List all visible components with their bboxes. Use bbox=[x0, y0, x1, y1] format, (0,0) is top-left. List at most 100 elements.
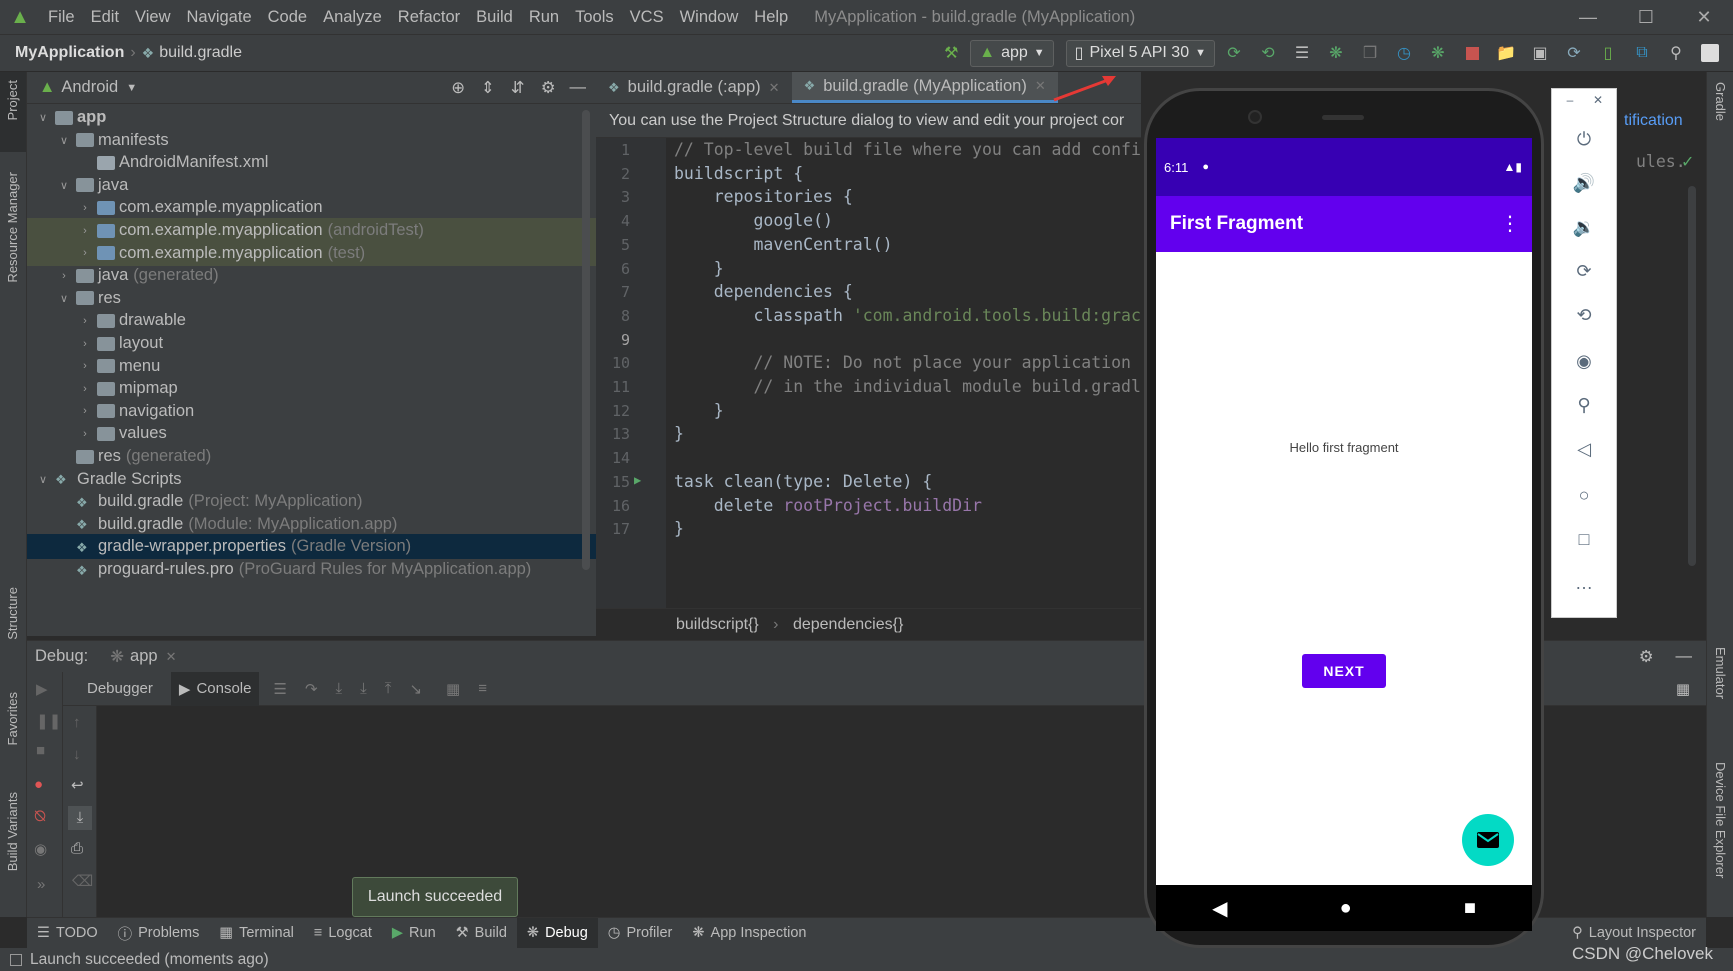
attach-debugger-icon[interactable]: ❒ bbox=[1355, 38, 1385, 68]
chevron-down-icon[interactable]: ∨ bbox=[35, 473, 51, 486]
breadcrumb-file[interactable]: build.gradle bbox=[159, 44, 242, 62]
tool-logcat[interactable]: ≡ Logcat bbox=[304, 918, 382, 949]
tree-item[interactable]: › com.example.myapplication (test) bbox=[27, 240, 596, 266]
menu-window[interactable]: Window bbox=[672, 8, 747, 27]
tool-terminal[interactable]: ▦ Terminal bbox=[209, 918, 304, 949]
tree-item[interactable]: › layout bbox=[27, 331, 596, 356]
gear-icon[interactable]: ⚙ bbox=[541, 78, 556, 98]
tree-item[interactable]: ∨ java bbox=[27, 173, 596, 198]
tree-item[interactable]: ∨ res bbox=[27, 286, 596, 311]
debug-bug-icon[interactable]: ❋ bbox=[1321, 38, 1351, 68]
sdk-manager-icon[interactable]: ⧉ bbox=[1627, 38, 1657, 68]
search-icon[interactable]: ⚲ bbox=[1661, 38, 1691, 68]
step-over-icon[interactable]: ↷ bbox=[305, 680, 318, 698]
tree-item[interactable]: › menu bbox=[27, 354, 596, 379]
profiler-icon[interactable]: ◷ bbox=[1389, 38, 1419, 68]
chevron-right-icon[interactable]: › bbox=[77, 383, 93, 395]
editor-scrollbar[interactable] bbox=[1688, 186, 1696, 566]
up-arrow-icon[interactable]: ↑ bbox=[73, 714, 81, 731]
close-icon[interactable]: ✕ bbox=[769, 80, 780, 96]
zoom-icon[interactable]: ⚲ bbox=[1552, 395, 1616, 416]
attach-debug-icon[interactable]: ❋ bbox=[1423, 38, 1453, 68]
camera-icon[interactable]: ◉ bbox=[1552, 351, 1616, 372]
collapse-all-icon[interactable]: ⇵ bbox=[511, 78, 525, 98]
close-icon[interactable]: ✕ bbox=[166, 649, 177, 665]
tree-item[interactable]: ❖ build.gradle (Module: MyApplication.app) bbox=[27, 512, 596, 537]
trace-icon[interactable]: ≡ bbox=[478, 680, 487, 697]
more-icon[interactable]: » bbox=[37, 876, 45, 893]
tree-item[interactable]: › navigation bbox=[27, 399, 596, 424]
tool-gradle[interactable]: Gradle bbox=[1713, 82, 1728, 121]
tool-build-variants[interactable]: Build Variants bbox=[5, 792, 20, 871]
tool-device-file-explorer[interactable]: Device File Explorer bbox=[1713, 762, 1728, 878]
tree-item[interactable]: › drawable bbox=[27, 308, 596, 333]
step-out-icon[interactable]: ⤒ bbox=[385, 680, 392, 697]
menu-view[interactable]: View bbox=[127, 8, 178, 27]
menu-analyze[interactable]: Analyze bbox=[315, 8, 390, 27]
tool-run[interactable]: ▶ Run bbox=[382, 918, 446, 949]
tree-item[interactable]: ∨ manifests bbox=[27, 128, 596, 153]
sync-gradle-icon[interactable]: ⟳ bbox=[1559, 38, 1589, 68]
rotate-right-icon[interactable]: ⟲ bbox=[1552, 305, 1616, 326]
tree-item[interactable]: › java (generated) bbox=[27, 263, 596, 288]
down-arrow-icon[interactable]: ↓ bbox=[73, 746, 81, 763]
tool-structure[interactable]: Structure bbox=[5, 587, 20, 640]
chevron-right-icon[interactable]: › bbox=[77, 428, 93, 440]
back-icon[interactable]: ◁ bbox=[1552, 439, 1616, 460]
hide-icon[interactable]: — bbox=[570, 78, 587, 97]
more-icon[interactable]: … bbox=[1552, 573, 1616, 594]
menu-code[interactable]: Code bbox=[260, 8, 315, 27]
tool-resource-manager[interactable]: Resource Manager bbox=[5, 172, 20, 283]
menu-refactor[interactable]: Refactor bbox=[390, 8, 468, 27]
camera-icon[interactable]: ◉ bbox=[34, 840, 47, 858]
tab-build-gradle-app[interactable]: ❖ build.gradle (:app) ✕ bbox=[596, 72, 792, 103]
avatar[interactable] bbox=[1695, 38, 1725, 68]
chevron-down-icon[interactable]: ∨ bbox=[56, 134, 72, 147]
banner-link[interactable]: tification bbox=[1624, 112, 1683, 130]
rerun-icon[interactable]: ⟳ bbox=[1219, 38, 1249, 68]
view-breakpoints-icon[interactable]: ● bbox=[34, 776, 43, 793]
mute-breakpoints-icon[interactable]: ⦰ bbox=[34, 808, 46, 825]
tree-item[interactable]: AndroidManifest.xml bbox=[27, 150, 596, 175]
debug-config-tab[interactable]: app bbox=[130, 647, 158, 666]
trash-icon[interactable]: ⌫ bbox=[72, 872, 93, 890]
project-view-select[interactable]: Android bbox=[61, 78, 118, 97]
menu-navigate[interactable]: Navigate bbox=[179, 8, 260, 27]
evaluate-icon[interactable]: ▦ bbox=[446, 680, 460, 698]
chevron-down-icon[interactable]: ∨ bbox=[35, 111, 51, 124]
tree-item[interactable]: res (generated) bbox=[27, 444, 596, 469]
chevron-down-icon[interactable]: ∨ bbox=[56, 179, 72, 192]
tree-item[interactable]: › com.example.myapplication (androidTest) bbox=[27, 218, 596, 243]
chevron-down-icon[interactable]: ∨ bbox=[56, 292, 72, 305]
code-editor[interactable]: // Top-level build file where you can ad… bbox=[666, 138, 1141, 608]
stop-icon[interactable]: ■ bbox=[36, 742, 45, 759]
tree-item[interactable]: ❖ proguard-rules.pro (ProGuard Rules for M… bbox=[27, 557, 596, 582]
close-icon[interactable]: ✕ bbox=[1566, 93, 1630, 107]
home-icon[interactable]: ○ bbox=[1552, 485, 1616, 506]
nav-back-icon[interactable]: ◀ bbox=[1212, 896, 1227, 921]
breadcrumb-project[interactable]: MyApplication bbox=[0, 44, 124, 62]
chevron-right-icon[interactable]: › bbox=[77, 360, 93, 372]
tree-item[interactable]: › mipmap bbox=[27, 376, 596, 401]
tool-favorites[interactable]: Favorites bbox=[5, 692, 20, 745]
chevron-right-icon[interactable]: › bbox=[56, 270, 72, 282]
chevron-right-icon[interactable]: › bbox=[77, 315, 93, 327]
phone-screen[interactable]: 6:11 ● ▲▮ First Fragment ⋮ Hello first f… bbox=[1156, 138, 1532, 885]
apply-changes-icon[interactable]: ⟲ bbox=[1253, 38, 1283, 68]
expand-all-icon[interactable]: ⇕ bbox=[481, 78, 495, 98]
overflow-menu-icon[interactable]: ⋮ bbox=[1500, 211, 1520, 236]
menu-help[interactable]: Help bbox=[746, 8, 796, 27]
tool-profiler[interactable]: ◷ Profiler bbox=[598, 918, 683, 949]
gear-icon[interactable]: ⚙ bbox=[1639, 647, 1654, 667]
mail-fab[interactable] bbox=[1462, 814, 1514, 866]
tree-item[interactable]: › values bbox=[27, 421, 596, 446]
tab-build-gradle-myapplication[interactable]: ❖ build.gradle (MyApplication) ✕ bbox=[791, 72, 1058, 103]
project-scrollbar[interactable] bbox=[582, 110, 590, 570]
chevron-right-icon[interactable]: › bbox=[77, 405, 93, 417]
run-to-cursor-icon[interactable]: ↘ bbox=[409, 680, 422, 698]
menu-vcs[interactable]: VCS bbox=[622, 8, 672, 27]
tree-item[interactable]: ❖ gradle-wrapper.properties (Gradle Versio… bbox=[27, 534, 596, 560]
run-gutter-icon[interactable]: ▶ bbox=[634, 473, 641, 487]
tool-emulator[interactable]: Emulator bbox=[1713, 647, 1728, 699]
menu-run[interactable]: Run bbox=[521, 8, 567, 27]
